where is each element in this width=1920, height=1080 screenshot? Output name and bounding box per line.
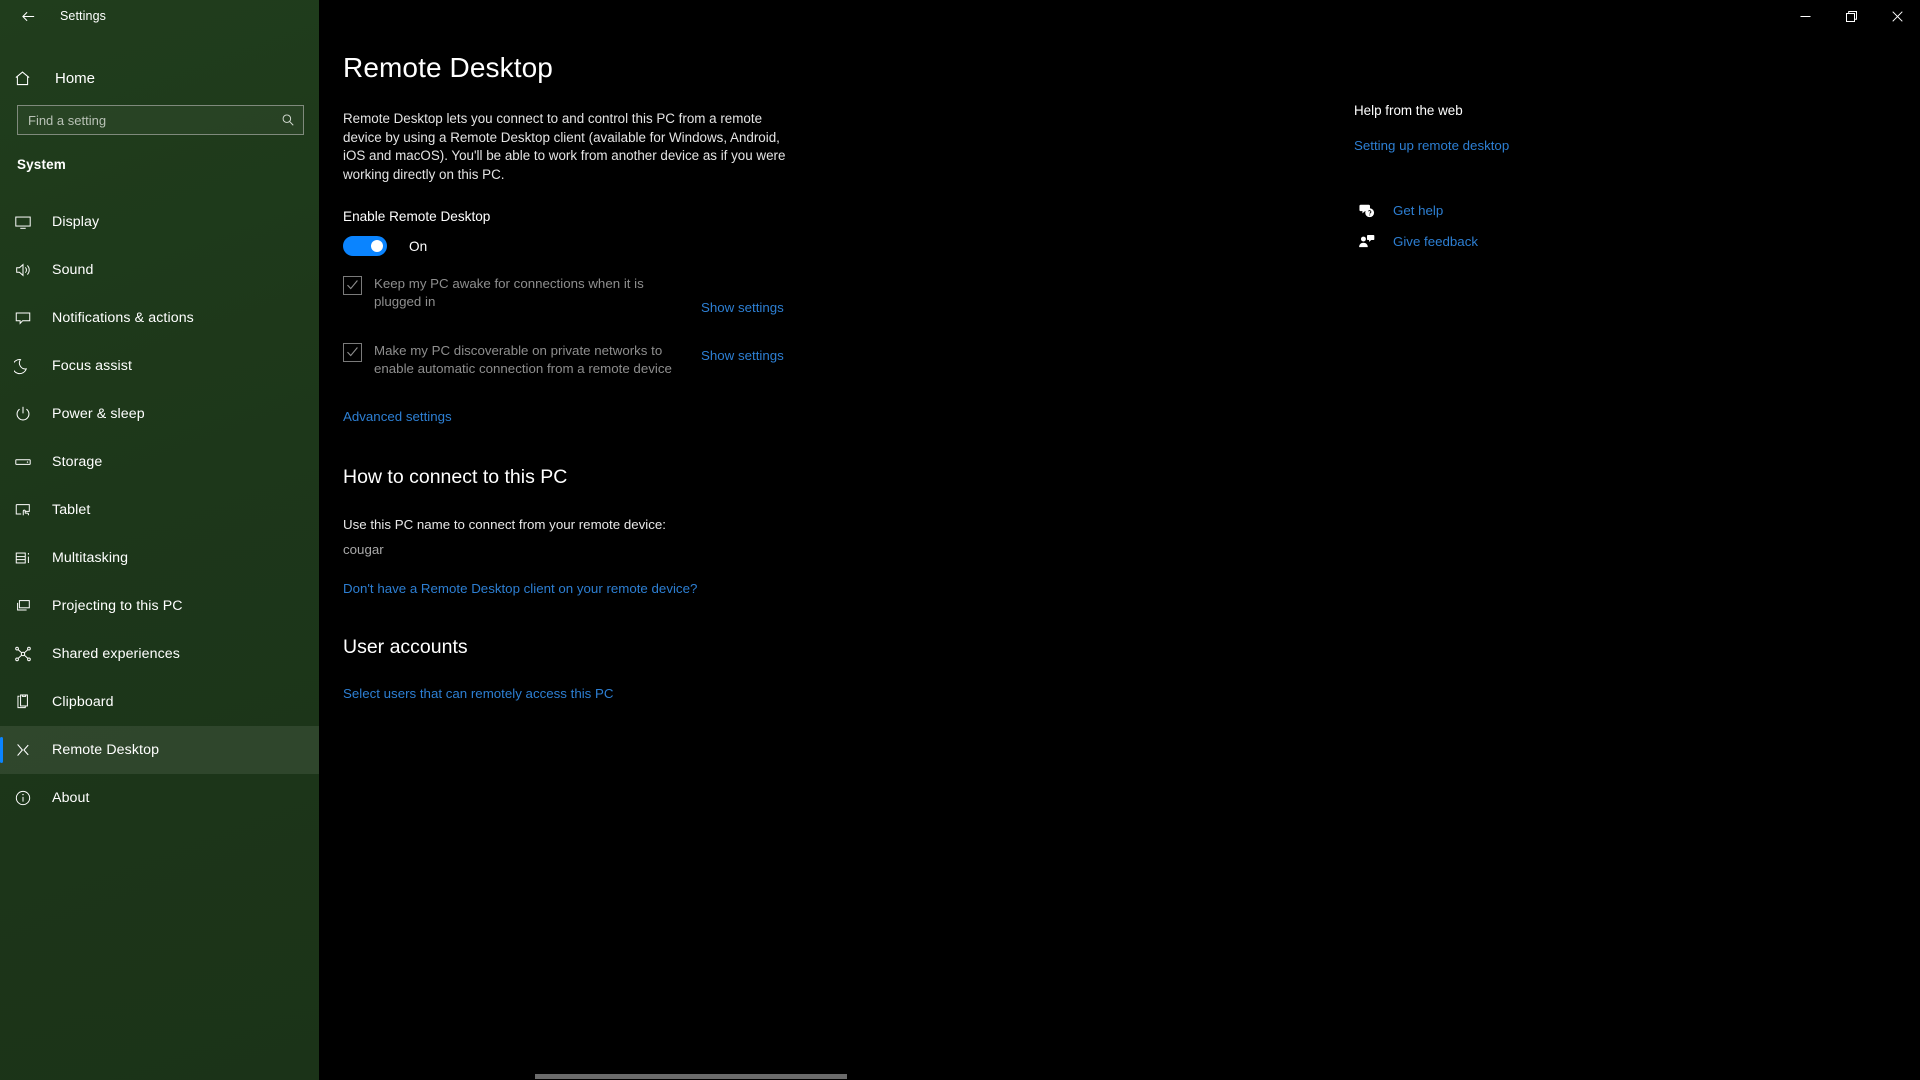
notification-icon [14, 309, 44, 327]
info-icon [14, 789, 44, 807]
horizontal-scrollbar[interactable] [319, 1073, 1920, 1080]
sidebar: Home System Display [0, 0, 319, 1080]
help-panel-title: Help from the web [1354, 103, 1463, 118]
moon-icon [14, 357, 44, 375]
get-help-row[interactable]: Get help [1354, 202, 1443, 219]
sidebar-item-tablet[interactable]: Tablet [0, 486, 319, 534]
discoverable-checkbox-row[interactable]: Make my PC discoverable on private netwo… [343, 342, 683, 377]
sidebar-item-notifications[interactable]: Notifications & actions [0, 294, 319, 342]
sidebar-item-display[interactable]: Display [0, 198, 319, 246]
give-feedback-row[interactable]: Give feedback [1354, 233, 1478, 250]
keep-awake-checkbox-row[interactable]: Keep my PC awake for connections when it… [343, 275, 683, 310]
feedback-person-icon [1354, 233, 1378, 250]
select-users-link[interactable]: Select users that can remotely access th… [343, 686, 613, 701]
advanced-settings-link[interactable]: Advanced settings [343, 409, 452, 424]
sidebar-item-label: Remote Desktop [52, 742, 160, 758]
back-button[interactable] [6, 0, 51, 32]
sidebar-item-power-sleep[interactable]: Power & sleep [0, 390, 319, 438]
share-nodes-icon [14, 645, 44, 663]
show-settings-link-2[interactable]: Show settings [701, 348, 784, 363]
sidebar-item-focus-assist[interactable]: Focus assist [0, 342, 319, 390]
sidebar-item-clipboard[interactable]: Clipboard [0, 678, 319, 726]
minimize-button[interactable] [1782, 0, 1828, 32]
sidebar-item-label: Projecting to this PC [52, 598, 183, 614]
search-input[interactable] [18, 112, 273, 128]
get-help-label[interactable]: Get help [1393, 203, 1443, 218]
pc-name-label: Use this PC name to connect from your re… [343, 517, 666, 532]
sidebar-item-label: Sound [52, 262, 94, 278]
restore-button[interactable] [1828, 0, 1874, 32]
enable-remote-desktop-toggle[interactable] [343, 236, 387, 256]
sidebar-nav-list: Display Sound Notifications & actions Fo… [0, 198, 319, 822]
drive-icon [14, 453, 44, 471]
settings-window: Settings Home Find a setting System Disp… [0, 0, 1920, 1080]
sidebar-item-label: About [52, 790, 90, 806]
toggle-state-label: On [409, 238, 428, 254]
user-accounts-heading: User accounts [343, 636, 468, 658]
project-icon [14, 597, 44, 615]
sidebar-item-label: Notifications & actions [52, 310, 194, 326]
main-content: Remote Desktop Remote Desktop lets you c… [319, 0, 1920, 1080]
discoverable-checkbox[interactable] [343, 343, 362, 362]
page-description: Remote Desktop lets you connect to and c… [343, 111, 786, 182]
no-client-link[interactable]: Don't have a Remote Desktop client on yo… [343, 581, 697, 596]
power-icon [14, 405, 44, 423]
sidebar-group-label: System [17, 157, 66, 172]
close-button[interactable] [1874, 0, 1920, 32]
sidebar-item-label: Tablet [52, 502, 91, 518]
sidebar-item-home[interactable]: Home [0, 58, 319, 98]
search-icon [273, 113, 303, 127]
enable-remote-desktop-row: On [343, 236, 427, 256]
pc-name-value: cougar [343, 542, 384, 557]
search-box[interactable] [17, 105, 304, 135]
speaker-icon [14, 261, 44, 279]
question-bubble-icon [1354, 202, 1378, 219]
help-web-link[interactable]: Setting up remote desktop [1354, 138, 1509, 153]
sidebar-item-label: Clipboard [52, 694, 114, 710]
sidebar-item-shared-experiences[interactable]: Shared experiences [0, 630, 319, 678]
keep-awake-checkbox[interactable] [343, 276, 362, 295]
clipboard-icon [14, 693, 44, 711]
sidebar-item-label: Storage [52, 454, 103, 470]
keep-awake-label: Keep my PC awake for connections when it… [374, 276, 644, 309]
scrollbar-thumb[interactable] [535, 1074, 847, 1079]
multitask-icon [14, 549, 44, 567]
sidebar-item-projecting[interactable]: Projecting to this PC [0, 582, 319, 630]
toggle-knob [371, 240, 383, 252]
remote-desktop-icon [14, 741, 44, 759]
sidebar-home-label: Home [55, 69, 96, 87]
sidebar-item-about[interactable]: About [0, 774, 319, 822]
window-controls [1782, 0, 1920, 32]
sidebar-item-label: Multitasking [52, 550, 129, 566]
page-title: Remote Desktop [343, 52, 553, 83]
sidebar-item-remote-desktop[interactable]: Remote Desktop [0, 726, 319, 774]
enable-remote-desktop-label: Enable Remote Desktop [343, 209, 491, 224]
sidebar-item-sound[interactable]: Sound [0, 246, 319, 294]
sidebar-item-multitasking[interactable]: Multitasking [0, 534, 319, 582]
tablet-icon [14, 501, 44, 519]
selection-indicator [0, 737, 3, 763]
monitor-icon [14, 213, 44, 231]
sidebar-item-label: Focus assist [52, 358, 133, 374]
sidebar-item-label: Power & sleep [52, 406, 145, 422]
sidebar-item-storage[interactable]: Storage [0, 438, 319, 486]
how-to-connect-heading: How to connect to this PC [343, 466, 568, 488]
discoverable-label: Make my PC discoverable on private netwo… [374, 343, 672, 376]
home-icon [14, 70, 46, 87]
sidebar-item-label: Shared experiences [52, 646, 180, 662]
give-feedback-label[interactable]: Give feedback [1393, 234, 1478, 249]
sidebar-item-label: Display [52, 214, 100, 230]
show-settings-link-1[interactable]: Show settings [701, 300, 784, 315]
